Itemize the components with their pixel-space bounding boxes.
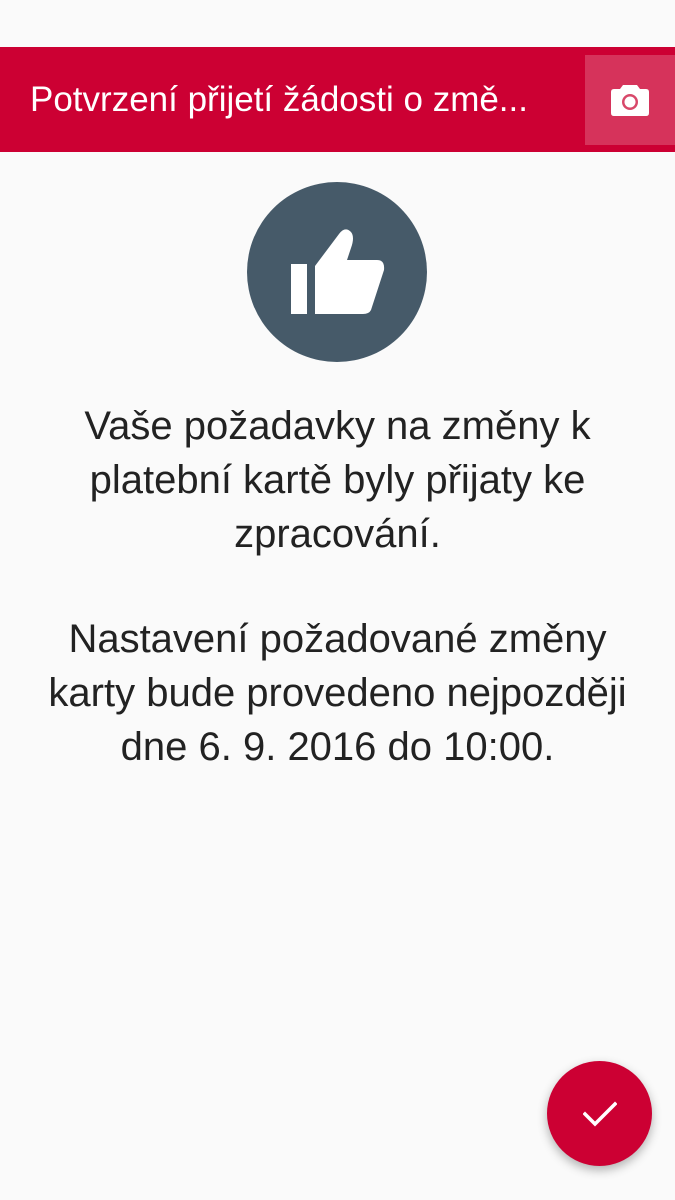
status-bar-area bbox=[0, 0, 675, 47]
confirm-button[interactable] bbox=[547, 1061, 652, 1166]
camera-icon bbox=[611, 85, 649, 116]
schedule-message: Nastavení požadované změny karty bude pr… bbox=[48, 617, 627, 769]
page-title: Potvrzení přijetí žádosti o změ... bbox=[30, 80, 528, 119]
thumbs-up-icon bbox=[291, 229, 385, 314]
checkmark-icon bbox=[582, 1101, 617, 1126]
confirmation-message: Vaše požadavky na změny k platební kartě… bbox=[84, 404, 591, 556]
success-badge bbox=[247, 182, 427, 362]
camera-button[interactable] bbox=[585, 55, 675, 145]
app-toolbar: Potvrzení přijetí žádosti o změ... bbox=[0, 47, 675, 152]
